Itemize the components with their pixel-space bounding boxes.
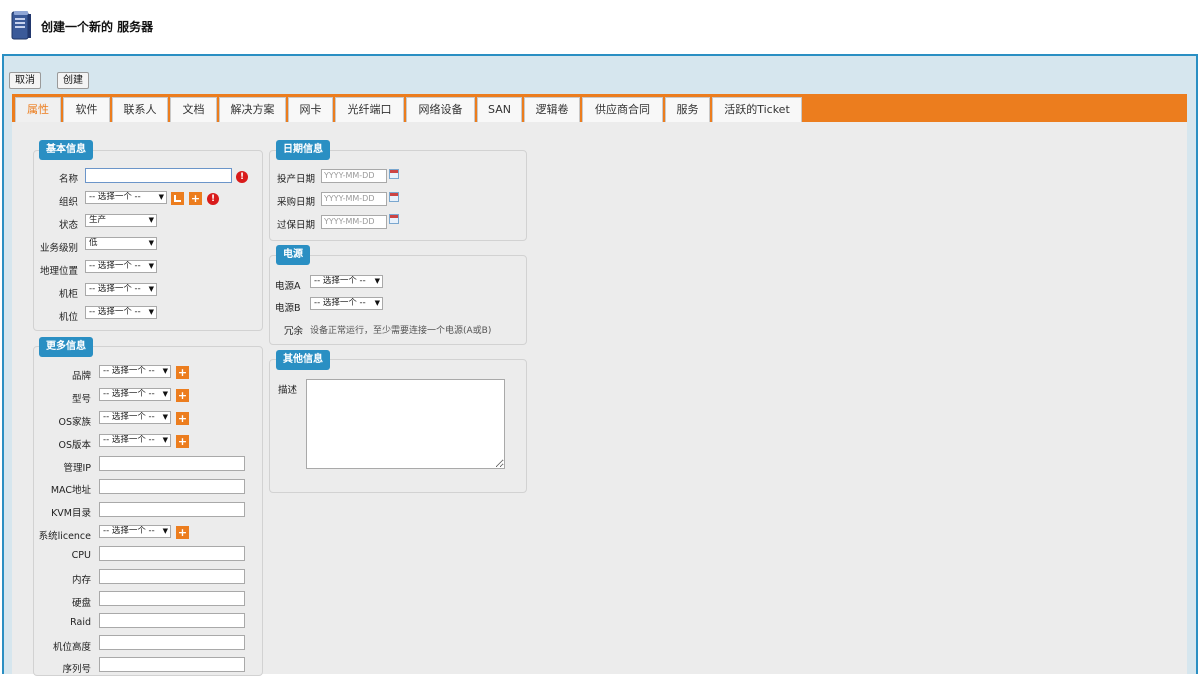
model-select[interactable]: -- 选择一个 -- ▼ (99, 388, 171, 401)
tab-bar: 属性 软件 联系人 文档 解决方案 网卡 光纤端口 网络设备 SAN 逻辑卷 供… (12, 94, 1187, 122)
name-input[interactable] (85, 168, 232, 183)
rack-select[interactable]: -- 选择一个 -- ▼ (85, 283, 157, 296)
page-header: 创建一个新的 服务器 (0, 0, 1200, 54)
cancel-button[interactable]: 取消 (9, 72, 41, 89)
tab-network-devices[interactable]: 网络设备 (406, 97, 475, 122)
redundancy-text: 设备正常运行，至少需要连接一个电源(A或B) (310, 326, 492, 336)
redundancy-label: 冗余 (283, 326, 303, 337)
production-date-input[interactable]: YYYY-MM-DD (321, 169, 387, 183)
warranty-end-input[interactable]: YYYY-MM-DD (321, 215, 387, 229)
tab-logical-volumes[interactable]: 逻辑卷 (524, 97, 580, 122)
add-license-button[interactable]: + (176, 526, 189, 539)
os-version-label: OS版本 (58, 440, 91, 451)
tab-services[interactable]: 服务 (665, 97, 710, 122)
page-title: 创建一个新的 服务器 (41, 20, 154, 34)
raid-label: Raid (70, 617, 91, 628)
required-icon: ! (207, 193, 219, 205)
ram-label: 内存 (71, 575, 91, 586)
description-label: 描述 (278, 385, 298, 396)
basic-info-legend: 基本信息 (39, 140, 93, 160)
tab-solutions[interactable]: 解决方案 (219, 97, 286, 122)
rack-label: 机柜 (58, 289, 78, 300)
add-brand-button[interactable]: + (176, 366, 189, 379)
warranty-end-label: 过保日期 (276, 220, 315, 231)
disk-input[interactable] (99, 591, 245, 606)
required-icon: ! (236, 171, 248, 183)
os-family-label: OS家族 (58, 417, 91, 428)
raid-input[interactable] (99, 613, 245, 628)
system-license-select[interactable]: -- 选择一个 -- ▼ (99, 525, 171, 538)
kvm-directory-input[interactable] (99, 502, 245, 517)
add-model-button[interactable]: + (176, 389, 189, 402)
add-org-button[interactable]: + (189, 192, 202, 205)
power-a-select[interactable]: -- 选择一个 -- ▼ (310, 275, 383, 288)
org-tree-icon[interactable] (171, 192, 184, 205)
more-info-legend: 更多信息 (39, 337, 93, 357)
status-select[interactable]: 生产 ▼ (85, 214, 157, 227)
org-label: 组织 (58, 197, 78, 208)
business-level-label: 业务级别 (39, 243, 78, 254)
server-icon (11, 11, 31, 40)
mgmt-ip-label: 管理IP (63, 463, 91, 474)
calendar-icon[interactable] (389, 169, 399, 179)
location-select[interactable]: -- 选择一个 -- ▼ (85, 260, 157, 273)
power-b-label: 电源B (275, 303, 301, 314)
brand-select[interactable]: -- 选择一个 -- ▼ (99, 365, 171, 378)
org-select[interactable]: -- 选择一个 -- ▼ (85, 191, 167, 204)
calendar-icon[interactable] (389, 214, 399, 224)
add-os-family-button[interactable]: + (176, 412, 189, 425)
tab-contacts[interactable]: 联系人 (112, 97, 168, 122)
calendar-icon[interactable] (389, 192, 399, 202)
tab-active-tickets[interactable]: 活跃的Ticket (712, 97, 802, 122)
enclosure-select[interactable]: -- 选择一个 -- ▼ (85, 306, 157, 319)
mac-address-label: MAC地址 (50, 485, 91, 496)
tab-san[interactable]: SAN (477, 97, 522, 122)
brand-label: 品牌 (71, 371, 91, 382)
location-label: 地理位置 (39, 266, 78, 277)
serial-number-input[interactable] (99, 657, 245, 672)
os-version-select[interactable]: -- 选择一个 -- ▼ (99, 434, 171, 447)
power-b-select[interactable]: -- 选择一个 -- ▼ (310, 297, 383, 310)
other-info-legend: 其他信息 (276, 350, 330, 370)
add-os-version-button[interactable]: + (176, 435, 189, 448)
production-date-label: 投产日期 (276, 174, 315, 185)
mac-address-input[interactable] (99, 479, 245, 494)
description-textarea[interactable] (306, 379, 505, 469)
os-family-select[interactable]: -- 选择一个 -- ▼ (99, 411, 171, 424)
cpu-input[interactable] (99, 546, 245, 561)
cpu-label: CPU (71, 550, 91, 561)
mgmt-ip-input[interactable] (99, 456, 245, 471)
tab-properties[interactable]: 属性 (15, 97, 61, 122)
power-a-label: 电源A (275, 281, 301, 292)
disk-label: 硬盘 (71, 598, 91, 609)
enclosure-label: 机位 (58, 312, 78, 323)
model-label: 型号 (71, 394, 91, 405)
tab-fiber-ports[interactable]: 光纤端口 (335, 97, 404, 122)
purchase-date-label: 采购日期 (276, 197, 315, 208)
purchase-date-input[interactable]: YYYY-MM-DD (321, 192, 387, 206)
date-info-legend: 日期信息 (276, 140, 330, 160)
ram-input[interactable] (99, 569, 245, 584)
system-license-label: 系统licence (38, 531, 91, 542)
tab-supplier-contracts[interactable]: 供应商合同 (582, 97, 663, 122)
business-level-select[interactable]: 低 ▼ (85, 237, 157, 250)
tab-documents[interactable]: 文档 (170, 97, 217, 122)
tab-network-cards[interactable]: 网卡 (288, 97, 333, 122)
serial-number-label: 序列号 (62, 664, 91, 675)
create-button[interactable]: 创建 (57, 72, 89, 89)
rack-height-input[interactable] (99, 635, 245, 650)
name-label: 名称 (58, 174, 78, 185)
tab-software[interactable]: 软件 (63, 97, 110, 122)
power-legend: 电源 (276, 245, 310, 265)
rack-height-label: 机位高度 (52, 642, 91, 653)
kvm-directory-label: KVM目录 (51, 508, 91, 519)
status-label: 状态 (58, 220, 78, 231)
